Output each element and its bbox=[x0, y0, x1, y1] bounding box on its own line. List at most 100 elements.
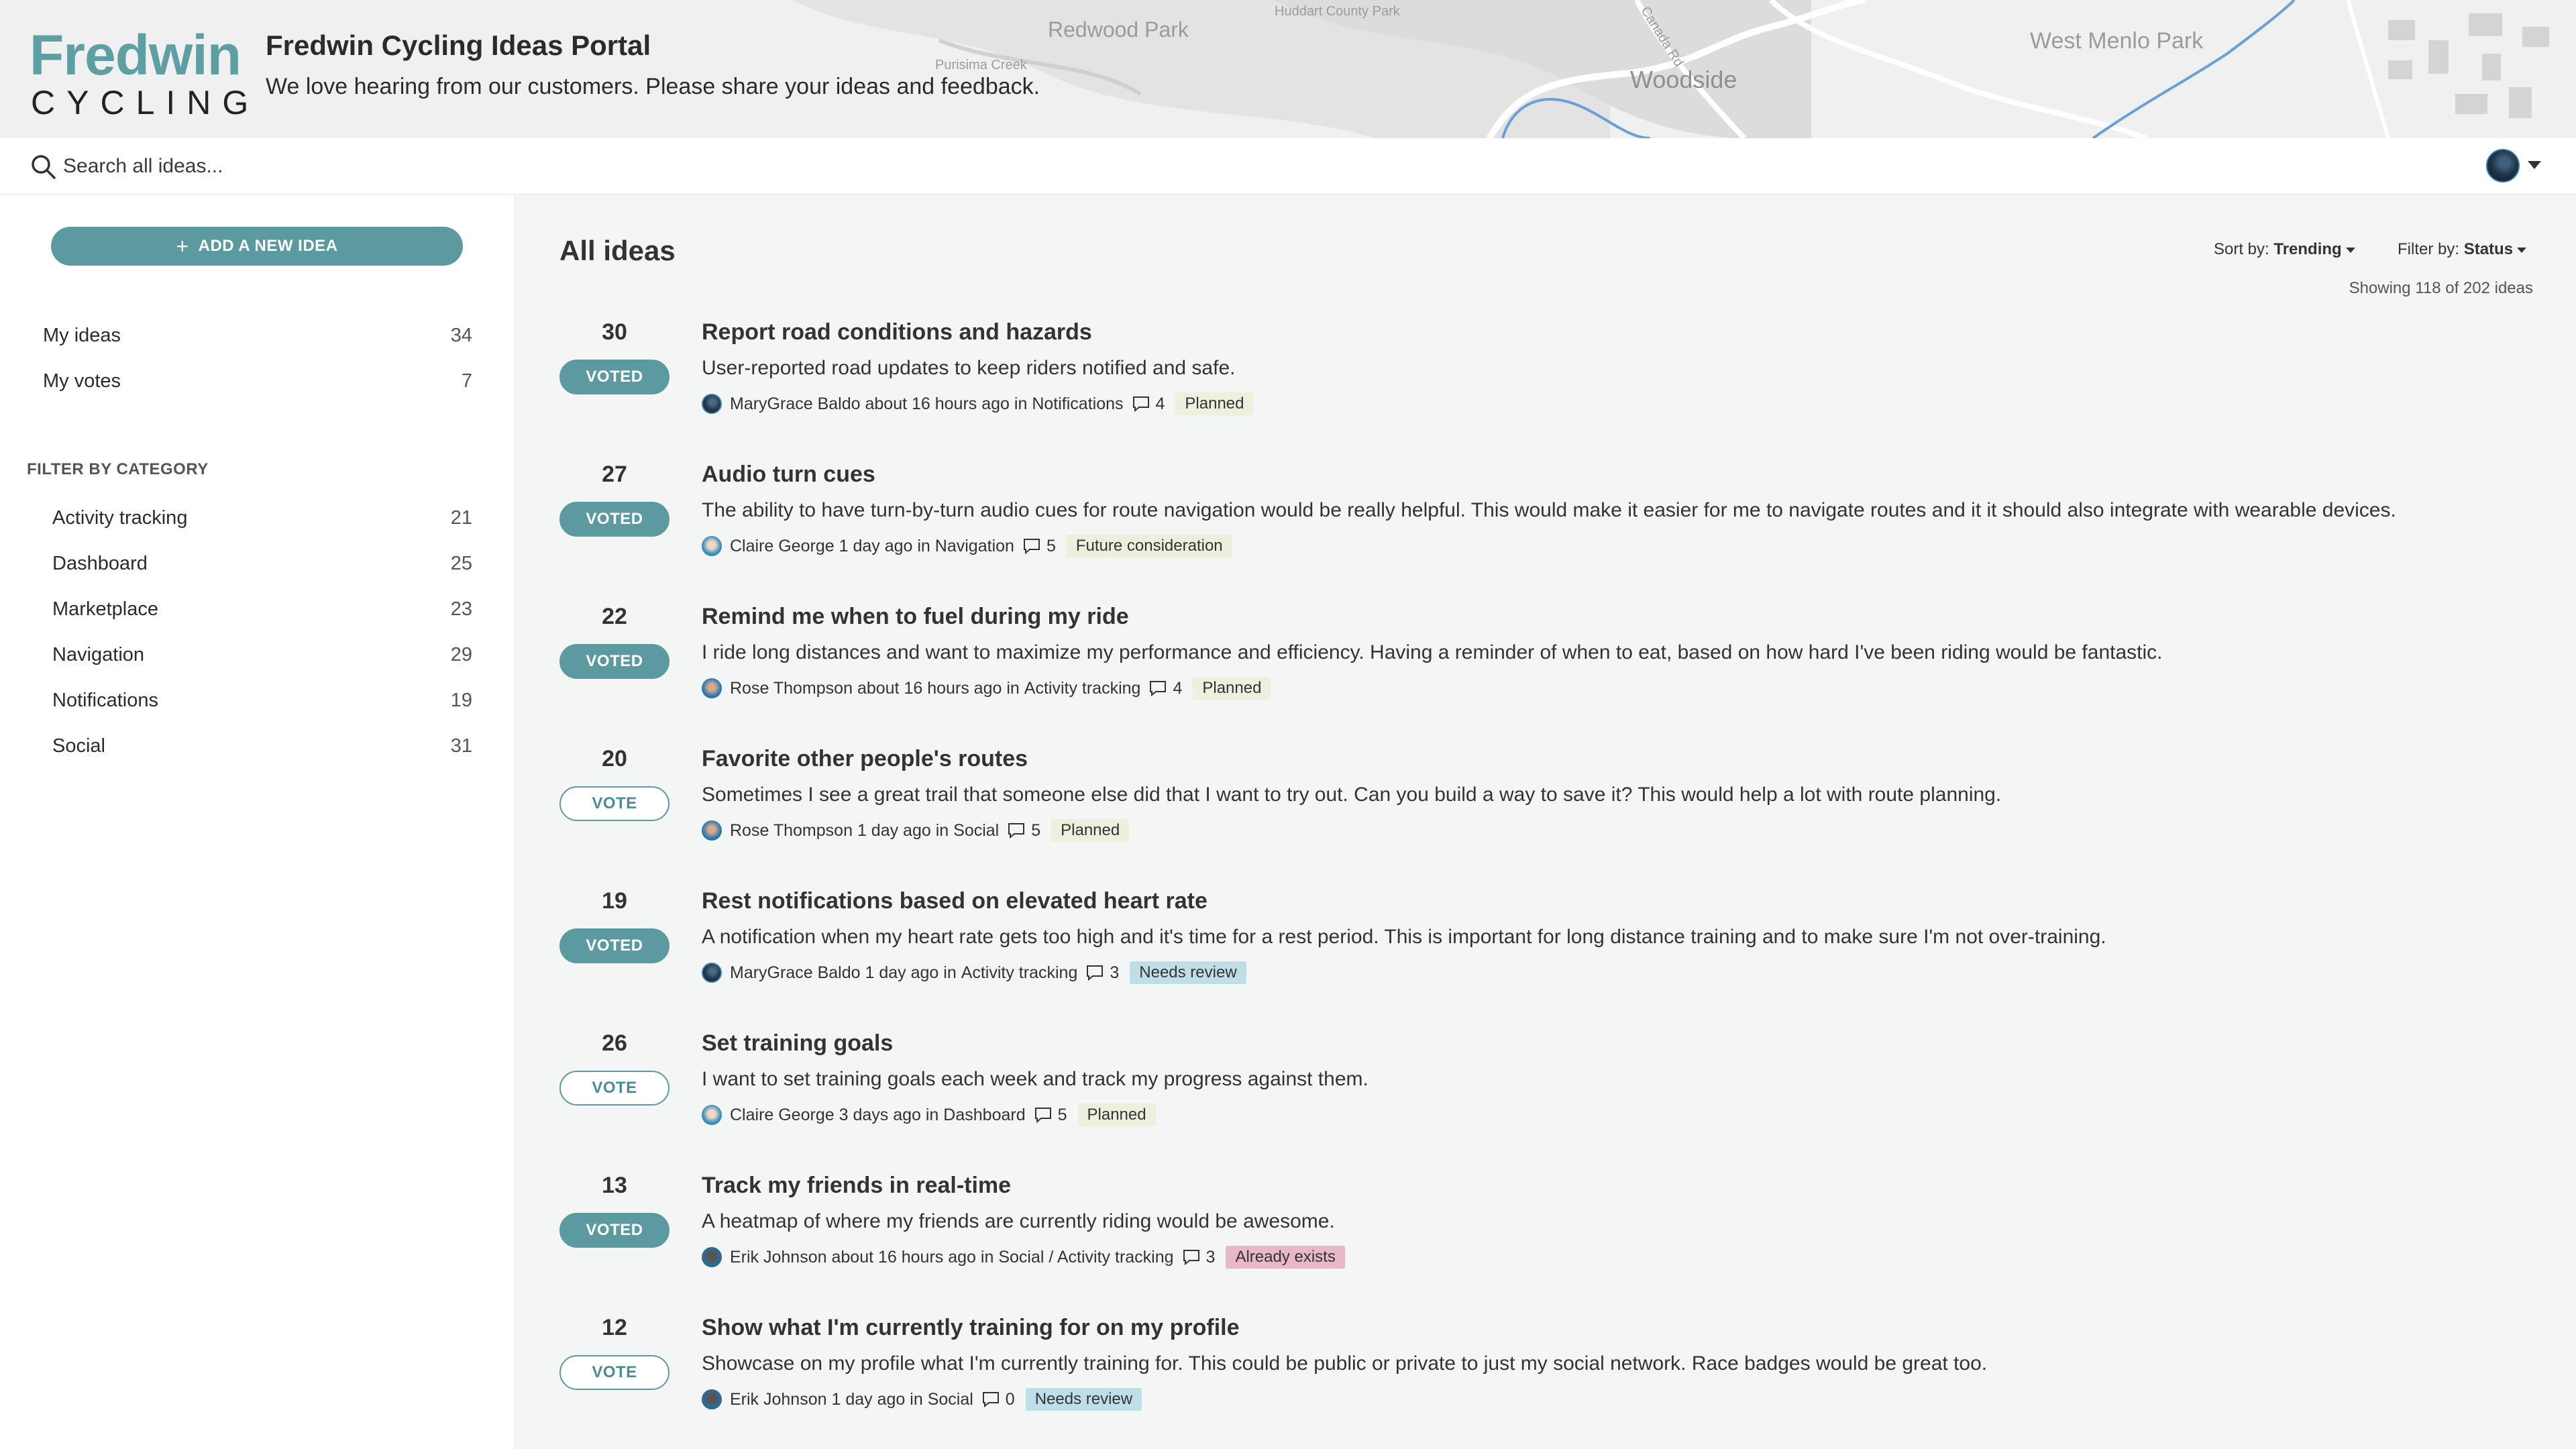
comment-icon[interactable] bbox=[1034, 1106, 1053, 1124]
idea-category[interactable]: Activity tracking bbox=[1024, 679, 1141, 698]
comment-count[interactable]: 4 bbox=[1173, 679, 1182, 698]
comment-icon[interactable] bbox=[981, 1391, 1000, 1408]
status-badge: Needs review bbox=[1025, 1388, 1142, 1411]
author-avatar bbox=[702, 678, 722, 698]
page-title: All ideas bbox=[559, 235, 676, 266]
idea-meta: Claire George 1 day ago in Navigation 5 … bbox=[702, 534, 1232, 558]
status-badge: Needs review bbox=[1130, 961, 1246, 984]
vote-button[interactable]: VOTE bbox=[559, 1071, 669, 1106]
vote-count: 22 bbox=[602, 604, 627, 629]
map-label: Redwood Park bbox=[1048, 17, 1189, 42]
vote-button[interactable]: VOTE bbox=[559, 786, 669, 821]
category-count: 31 bbox=[450, 735, 472, 757]
idea-category[interactable]: Notifications bbox=[1032, 394, 1123, 414]
in-word: in bbox=[910, 1389, 923, 1409]
filter-value: Status bbox=[2463, 240, 2514, 258]
category-dashboard[interactable]: Dashboard 25 bbox=[52, 547, 472, 578]
vote-button[interactable]: VOTED bbox=[559, 644, 669, 679]
idea-category[interactable]: Dashboard bbox=[943, 1106, 1025, 1125]
comment-count[interactable]: 5 bbox=[1058, 1106, 1067, 1125]
author-name: Erik Johnson bbox=[730, 1389, 827, 1409]
search-bar bbox=[0, 138, 2576, 195]
sidebar-item-my-ideas[interactable]: My ideas 34 bbox=[43, 319, 472, 350]
idea-time: 3 days ago bbox=[839, 1105, 921, 1124]
category-count: 19 bbox=[450, 690, 472, 711]
idea-title[interactable]: Track my friends in real-time bbox=[702, 1173, 1011, 1199]
comment-count[interactable]: 5 bbox=[1031, 821, 1040, 841]
sort-dropdown[interactable]: Sort by: Trending bbox=[2214, 240, 2355, 259]
idea-category[interactable]: Activity tracking bbox=[961, 963, 1078, 983]
logo-subtitle: CYCLING bbox=[31, 84, 260, 121]
category-marketplace[interactable]: Marketplace 23 bbox=[52, 593, 472, 624]
comment-count[interactable]: 4 bbox=[1156, 394, 1165, 414]
status-badge: Planned bbox=[1193, 677, 1271, 700]
category-label: Notifications bbox=[52, 690, 158, 711]
vote-count: 26 bbox=[602, 1030, 627, 1056]
idea-description: Sometimes I see a great trail that someo… bbox=[702, 784, 2002, 806]
comment-count[interactable]: 0 bbox=[1006, 1390, 1015, 1409]
in-word: in bbox=[980, 1247, 994, 1267]
idea-title[interactable]: Report road conditions and hazards bbox=[702, 319, 1092, 345]
author-name: Rose Thompson bbox=[730, 678, 853, 698]
logo-wordmark: Fredwin bbox=[30, 23, 241, 87]
sidebar-item-count: 34 bbox=[450, 325, 472, 346]
comment-count[interactable]: 3 bbox=[1110, 963, 1119, 983]
category-social[interactable]: Social 31 bbox=[52, 730, 472, 761]
idea-item: 27 VOTED Audio turn cues The ability to … bbox=[559, 462, 2532, 593]
comment-icon[interactable] bbox=[1132, 395, 1150, 413]
comment-icon[interactable] bbox=[1085, 964, 1104, 981]
idea-title[interactable]: Favorite other people's routes bbox=[702, 746, 1028, 772]
comment-count[interactable]: 3 bbox=[1206, 1248, 1216, 1267]
comment-count[interactable]: 5 bbox=[1046, 537, 1056, 556]
category-activity-tracking[interactable]: Activity tracking 21 bbox=[52, 502, 472, 533]
vote-button[interactable]: VOTE bbox=[559, 1355, 669, 1390]
category-count: 23 bbox=[450, 598, 472, 620]
filter-dropdown[interactable]: Filter by: Status bbox=[2398, 240, 2527, 259]
vote-button[interactable]: VOTED bbox=[559, 1213, 669, 1248]
add-new-idea-label: ADD A NEW IDEA bbox=[198, 237, 338, 255]
search-input[interactable] bbox=[63, 150, 1271, 182]
idea-item: 22 VOTED Remind me when to fuel during m… bbox=[559, 604, 2532, 735]
sidebar-item-label: My votes bbox=[43, 370, 121, 392]
vote-button[interactable]: VOTED bbox=[559, 928, 669, 963]
idea-description: The ability to have turn-by-turn audio c… bbox=[702, 499, 2396, 521]
map-label: Purisima Creek bbox=[935, 58, 1027, 72]
comment-icon[interactable] bbox=[1182, 1248, 1201, 1266]
map-label: Huddart County Park bbox=[1275, 4, 1400, 19]
user-menu[interactable] bbox=[2486, 149, 2544, 184]
results-count: Showing 118 of 202 ideas bbox=[2349, 279, 2533, 297]
status-badge: Planned bbox=[1175, 392, 1254, 415]
idea-title[interactable]: Audio turn cues bbox=[702, 462, 875, 488]
comment-icon[interactable] bbox=[1148, 680, 1167, 697]
idea-category[interactable]: Navigation bbox=[935, 537, 1014, 556]
in-word: in bbox=[943, 963, 957, 982]
comment-icon[interactable] bbox=[1007, 822, 1026, 839]
category-navigation[interactable]: Navigation 29 bbox=[52, 639, 472, 669]
sidebar: + ADD A NEW IDEA My ideas 34 My votes 7 … bbox=[0, 195, 515, 1449]
category-notifications[interactable]: Notifications 19 bbox=[52, 684, 472, 715]
idea-title[interactable]: Show what I'm currently training for on … bbox=[702, 1315, 1240, 1341]
idea-description: User-reported road updates to keep rider… bbox=[702, 357, 1236, 379]
idea-title[interactable]: Set training goals bbox=[702, 1030, 893, 1057]
vote-button[interactable]: VOTED bbox=[559, 502, 669, 537]
idea-category[interactable]: Social bbox=[953, 821, 999, 841]
status-badge: Already exists bbox=[1226, 1246, 1345, 1269]
vote-button[interactable]: VOTED bbox=[559, 360, 669, 394]
idea-title[interactable]: Rest notifications based on elevated hea… bbox=[702, 888, 1208, 914]
comment-icon[interactable] bbox=[1022, 537, 1041, 555]
sidebar-item-my-votes[interactable]: My votes 7 bbox=[43, 365, 472, 396]
portal-header: Redwood Park Huddart County Park Purisim… bbox=[0, 0, 2576, 138]
idea-category[interactable]: Social / Activity tracking bbox=[998, 1248, 1173, 1267]
add-new-idea-button[interactable]: + ADD A NEW IDEA bbox=[51, 227, 463, 266]
author-name: Rose Thompson bbox=[730, 820, 853, 840]
chevron-down-icon[interactable] bbox=[2528, 161, 2541, 169]
idea-title[interactable]: Remind me when to fuel during my ride bbox=[702, 604, 1129, 630]
in-word: in bbox=[935, 820, 949, 840]
idea-item: 12 VOTE Show what I'm currently training… bbox=[559, 1315, 2532, 1446]
idea-meta: MaryGrace Baldo about 16 hours ago in No… bbox=[702, 392, 1254, 416]
idea-category[interactable]: Social bbox=[928, 1390, 973, 1409]
idea-time: 1 day ago bbox=[831, 1389, 906, 1409]
in-word: in bbox=[1014, 394, 1028, 413]
fredwin-logo[interactable]: Fredwin CYCLING bbox=[30, 27, 248, 119]
avatar[interactable] bbox=[2486, 149, 2520, 182]
